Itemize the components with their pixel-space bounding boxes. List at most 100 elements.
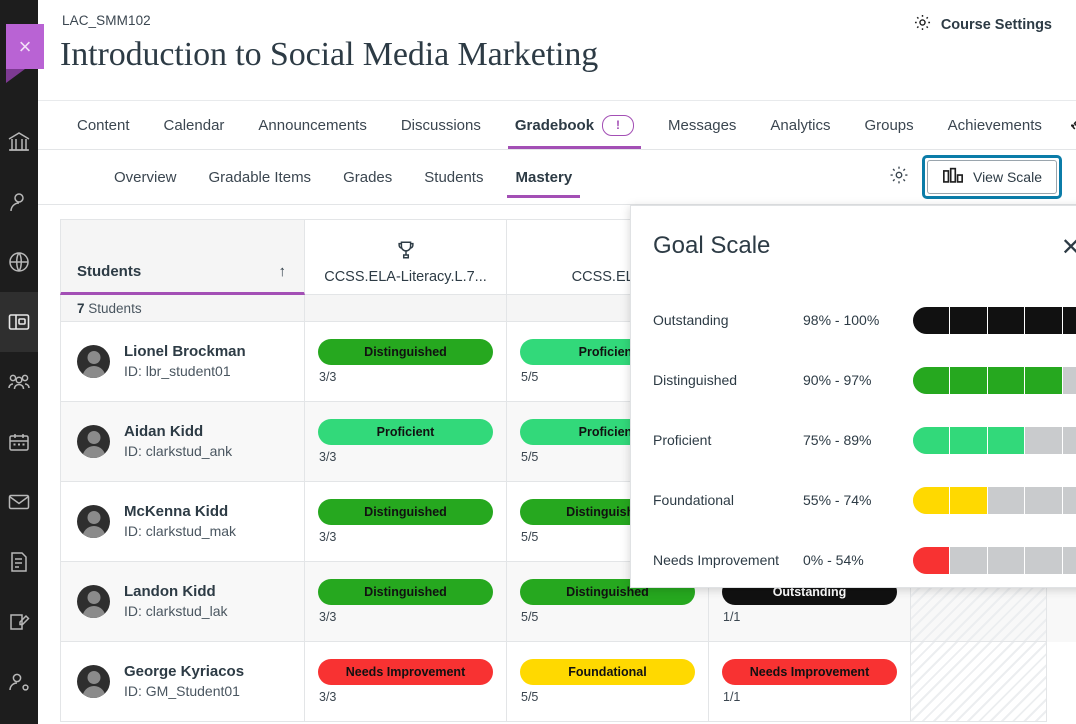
goal-scale-segment [1063, 547, 1076, 574]
student-name: McKenna Kidd [124, 502, 236, 522]
goal-scale-segment [1025, 367, 1062, 394]
student-count: 7 Students [77, 301, 142, 316]
mastery-cell[interactable]: Distinguished3/3 [305, 482, 507, 562]
goal-scale-segment [1025, 487, 1062, 514]
avatar [77, 505, 110, 538]
goal-scale-row: Foundational55% - 74% [631, 470, 1076, 530]
institution-icon[interactable] [0, 112, 38, 172]
mastery-fraction: 5/5 [520, 690, 695, 704]
tab-calendar[interactable]: Calendar [147, 101, 242, 149]
gradebook-subnav: Overview Gradable Items Grades Students … [38, 150, 1076, 205]
mastery-fraction: 3/3 [318, 530, 493, 544]
tab-messages[interactable]: Messages [651, 101, 753, 149]
goal-scale-segment [988, 367, 1025, 394]
goal-scale-segment [988, 427, 1025, 454]
student-cell[interactable]: George KyriacosID: GM_Student01 [60, 642, 305, 722]
bar-chart-icon [942, 167, 964, 187]
subtab-gradable-items[interactable]: Gradable Items [193, 150, 328, 204]
view-scale-label: View Scale [973, 169, 1042, 185]
course-window-icon[interactable] [0, 292, 38, 352]
people-group-icon[interactable] [0, 352, 38, 412]
mastery-cell[interactable]: Proficient3/3 [305, 402, 507, 482]
user-settings-icon[interactable] [0, 652, 38, 712]
tab-gradebook[interactable]: Gradebook ! [498, 101, 651, 149]
mastery-cell[interactable]: Distinguished3/3 [305, 322, 507, 402]
students-column-header[interactable]: Students ↑ [60, 219, 305, 295]
document-icon[interactable] [0, 532, 38, 592]
subnav-actions: View Scale [882, 150, 1062, 204]
globe-icon[interactable] [0, 232, 38, 292]
goal-scale-bar [913, 487, 1076, 514]
goal-scale-segment [1063, 307, 1076, 334]
tab-content[interactable]: Content [60, 101, 147, 149]
tab-announcements[interactable]: Announcements [241, 101, 383, 149]
goal-scale-level-label: Outstanding [631, 312, 803, 328]
close-course-button[interactable]: × [6, 24, 44, 69]
logout-icon[interactable] [0, 712, 38, 724]
student-cell[interactable]: McKenna KiddID: clarkstud_mak [60, 482, 305, 562]
mastery-cell[interactable]: Needs Improvement1/1 [709, 642, 911, 722]
student-view-button[interactable]: St [1059, 115, 1076, 136]
view-scale-button[interactable]: View Scale [927, 160, 1057, 194]
goal-scale-segment [913, 367, 950, 394]
tab-label: Discussions [401, 117, 481, 134]
student-cell[interactable]: Lionel BrockmanID: lbr_student01 [60, 322, 305, 402]
mastery-badge: Needs Improvement [318, 659, 493, 685]
goal-scale-level-label: Needs Improvement [631, 552, 803, 568]
student-id: ID: clarkstud_lak [124, 602, 227, 621]
course-code: LAC_SMM102 [62, 13, 151, 28]
goal-scale-row: Outstanding98% - 100% [631, 290, 1076, 350]
goal-scale-range: 0% - 54% [803, 552, 913, 568]
outcome-column-header-1[interactable]: CCSS.ELA-Literacy.L.7... [305, 219, 507, 295]
calendar-icon[interactable] [0, 412, 38, 472]
student-cell[interactable]: Landon KiddID: clarkstud_lak [60, 562, 305, 642]
grid-gutter [1047, 642, 1076, 722]
goal-scale-segment [950, 487, 987, 514]
user-icon[interactable] [0, 172, 38, 232]
mastery-badge: Foundational [520, 659, 695, 685]
goal-scale-segment [1025, 547, 1062, 574]
goal-scale-segment [1063, 487, 1076, 514]
view-scale-focus-ring: View Scale [922, 155, 1062, 199]
table-row[interactable]: George KyriacosID: GM_Student01Needs Imp… [60, 642, 1076, 722]
tab-label: Analytics [770, 117, 830, 134]
mastery-cell[interactable]: Distinguished3/3 [305, 562, 507, 642]
student-view-eye-icon [1071, 115, 1076, 136]
subtab-grades[interactable]: Grades [327, 150, 408, 204]
tab-label: Gradebook [515, 117, 594, 134]
goal-scale-row: Proficient75% - 89% [631, 410, 1076, 470]
goal-scale-title: Goal Scale [653, 232, 770, 260]
mastery-cell[interactable]: Needs Improvement3/3 [305, 642, 507, 722]
tab-groups[interactable]: Groups [847, 101, 930, 149]
mastery-fraction: 1/1 [722, 610, 897, 624]
goal-scale-segment [988, 307, 1025, 334]
mastery-cell[interactable]: Foundational 5/5 [507, 642, 709, 722]
student-cell[interactable]: Aidan KiddID: clarkstud_ank [60, 402, 305, 482]
goal-scale-range: 75% - 89% [803, 432, 913, 448]
course-settings-button[interactable]: Course Settings [913, 13, 1052, 36]
subtab-label: Students [424, 169, 483, 186]
tab-label: Messages [668, 117, 736, 134]
subtab-overview[interactable]: Overview [98, 150, 193, 204]
disabled-cell [911, 642, 1047, 722]
tab-analytics[interactable]: Analytics [753, 101, 847, 149]
goal-scale-segment [1025, 427, 1062, 454]
student-id: ID: clarkstud_ank [124, 442, 232, 461]
global-nav-rail [0, 0, 38, 724]
tab-achievements[interactable]: Achievements [931, 101, 1059, 149]
close-icon[interactable]: ✕ [1061, 236, 1076, 260]
avatar [77, 425, 110, 458]
edit-note-icon[interactable] [0, 592, 38, 652]
mastery-settings-button[interactable] [882, 160, 916, 194]
sort-ascending-icon[interactable]: ↑ [279, 263, 287, 280]
goal-scale-range: 90% - 97% [803, 372, 913, 388]
goal-scale-range: 55% - 74% [803, 492, 913, 508]
subtab-mastery[interactable]: Mastery [499, 150, 588, 204]
tab-discussions[interactable]: Discussions [384, 101, 498, 149]
envelope-icon[interactable] [0, 472, 38, 532]
goal-scale-bar [913, 427, 1076, 454]
goal-scale-level-label: Foundational [631, 492, 803, 508]
goal-scale-segment [950, 427, 987, 454]
subtab-students[interactable]: Students [408, 150, 499, 204]
student-id: ID: GM_Student01 [124, 682, 244, 701]
